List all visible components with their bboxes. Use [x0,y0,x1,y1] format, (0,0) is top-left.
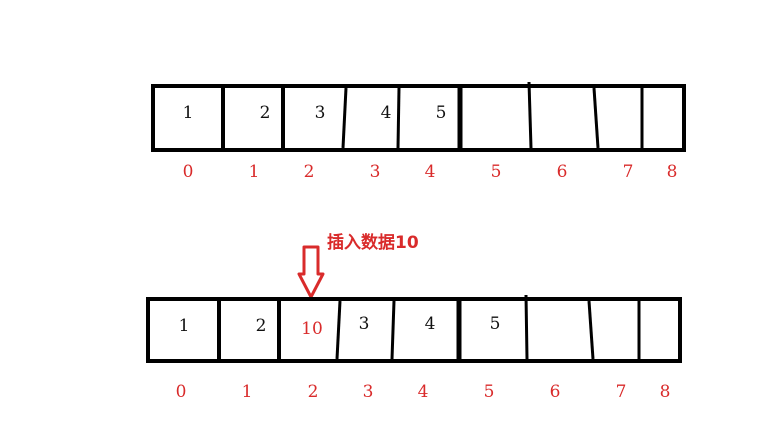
array-frame [151,84,686,152]
index-label: 4 [425,162,436,182]
cell-divider [527,81,533,149]
cell-divider [524,294,529,360]
cell-divider [587,300,595,360]
array-before: 1 2 3 4 5 0 1 2 3 4 5 6 7 8 [151,81,686,182]
inserted-cell-value: 10 [301,319,323,339]
index-label: 2 [304,162,315,182]
cell-divider [341,87,348,149]
array-insertion-diagram: 1 2 3 4 5 0 1 2 3 4 5 6 7 8 插入数据10 1 2 1… [146,81,686,402]
index-label: 3 [370,162,381,182]
cell-divider [592,87,600,149]
cell-value: 3 [315,103,326,123]
cell-value: 3 [359,314,370,334]
cell-value: 5 [436,103,447,123]
index-label: 1 [249,162,260,182]
cell-value: 4 [381,103,392,123]
index-label: 8 [667,162,678,182]
index-label: 4 [418,382,429,402]
cell-value: 1 [179,316,190,336]
index-label: 6 [550,382,561,402]
cell-value: 4 [425,314,436,334]
index-label: 1 [242,382,253,402]
index-label: 0 [176,382,187,402]
insert-arrow-icon [297,245,325,299]
cell-divider [390,300,396,360]
index-label: 0 [183,162,194,182]
index-label: 7 [623,162,634,182]
index-label: 5 [484,382,495,402]
cell-divider [396,87,401,149]
index-label: 6 [557,162,568,182]
index-label: 5 [491,162,502,182]
array-frame [146,297,682,363]
index-label: 7 [616,382,627,402]
cell-divider [335,300,342,360]
index-label: 3 [363,382,374,402]
insert-note: 插入数据10 [327,232,419,253]
cell-value: 5 [490,314,501,334]
index-label: 8 [660,382,671,402]
cell-value: 1 [183,103,194,123]
array-after: 1 2 10 3 4 5 0 1 2 3 4 5 6 7 8 [146,294,682,402]
cell-value: 2 [256,316,267,336]
index-label: 2 [308,382,319,402]
cell-value: 2 [260,103,271,123]
